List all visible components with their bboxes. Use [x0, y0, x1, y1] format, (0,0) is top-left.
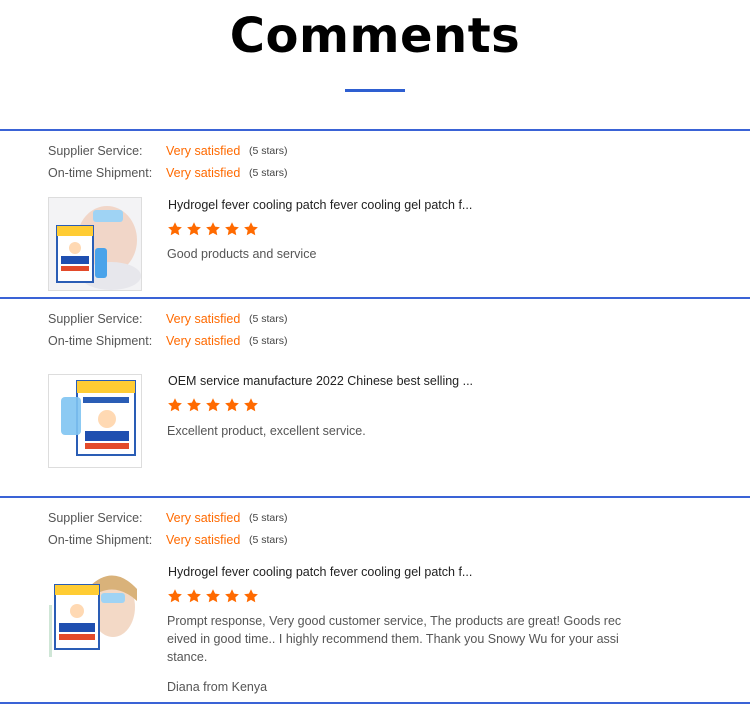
supplier-service-stars: (5 stars) — [249, 313, 288, 325]
shipment-value: Very satisfied — [166, 166, 241, 180]
star-icon — [243, 397, 259, 413]
star-icon — [224, 588, 240, 604]
shipment-value: Very satisfied — [166, 334, 241, 348]
page-title: Comments — [229, 8, 521, 64]
supplier-service-label: Supplier Service: — [48, 511, 143, 525]
comment-line: stance. — [167, 650, 208, 664]
supplier-service-value: Very satisfied — [166, 312, 241, 326]
product-title-link[interactable]: Hydrogel fever cooling patch fever cooli… — [168, 565, 472, 579]
star-icon — [205, 397, 221, 413]
product-image — [49, 198, 141, 290]
star-icon — [186, 221, 202, 237]
shipment-label: On-time Shipment: — [48, 166, 153, 180]
divider — [0, 297, 750, 299]
shipment-label: On-time Shipment: — [48, 334, 153, 348]
shipment-stars: (5 stars) — [249, 335, 288, 347]
star-icon — [167, 397, 183, 413]
product-title-link[interactable]: OEM service manufacture 2022 Chinese bes… — [168, 374, 473, 388]
shipment-label: On-time Shipment: — [48, 533, 153, 547]
star-icon — [243, 221, 259, 237]
shipment-stars: (5 stars) — [249, 534, 288, 546]
supplier-service-value: Very satisfied — [166, 511, 241, 525]
divider — [0, 496, 750, 498]
product-title-link[interactable]: Hydrogel fever cooling patch fever cooli… — [168, 198, 472, 212]
supplier-service-stars: (5 stars) — [249, 512, 288, 524]
star-icon — [205, 588, 221, 604]
star-icon — [224, 397, 240, 413]
star-icon — [167, 221, 183, 237]
star-icon — [186, 588, 202, 604]
product-image — [49, 565, 141, 657]
star-icon — [243, 588, 259, 604]
star-rating — [167, 221, 262, 239]
reviewer-name: Diana from Kenya — [167, 680, 268, 694]
comment-line: Prompt response, Very good customer serv… — [167, 614, 622, 628]
product-image — [49, 375, 141, 467]
star-icon — [186, 397, 202, 413]
comment-text: Excellent product, excellent service. — [167, 424, 366, 438]
product-thumbnail[interactable] — [48, 374, 142, 468]
comment-text: Prompt response, Very good customer serv… — [167, 612, 621, 666]
supplier-service-value: Very satisfied — [166, 144, 241, 158]
divider — [0, 702, 750, 704]
comment-text: Good products and service — [167, 247, 317, 261]
comment-line: eived in good time.. I highly recommend … — [167, 632, 619, 646]
star-icon — [205, 221, 221, 237]
star-rating — [167, 588, 262, 606]
title-underline — [345, 89, 405, 92]
product-thumbnail[interactable] — [48, 564, 142, 658]
supplier-service-stars: (5 stars) — [249, 145, 288, 157]
supplier-service-label: Supplier Service: — [48, 312, 143, 326]
star-icon — [167, 588, 183, 604]
star-rating — [167, 397, 262, 415]
supplier-service-label: Supplier Service: — [48, 144, 143, 158]
star-icon — [224, 221, 240, 237]
product-thumbnail[interactable] — [48, 197, 142, 291]
shipment-value: Very satisfied — [166, 533, 241, 547]
shipment-stars: (5 stars) — [249, 167, 288, 179]
divider — [0, 129, 750, 131]
